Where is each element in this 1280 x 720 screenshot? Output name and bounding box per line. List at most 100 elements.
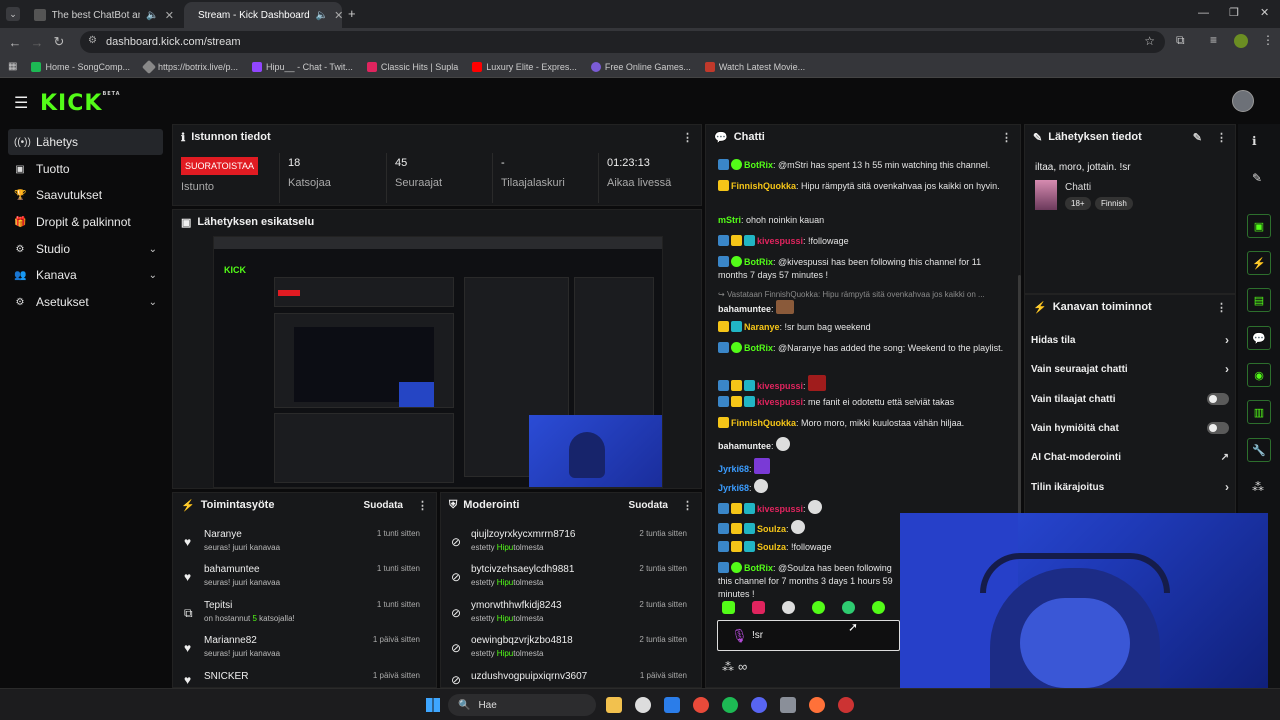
panel-title: Lähetyksen esikatselu	[197, 216, 315, 228]
panel-title: Lähetyksen tiedot	[1048, 131, 1142, 143]
bookmark-item[interactable]: Classic Hits | Supla	[366, 61, 458, 72]
bookmark-item[interactable]: Home - SongComp...	[31, 61, 130, 72]
edge-icon[interactable]	[664, 697, 680, 713]
sidebar-item-saavutukset[interactable]: 🏆 Saavutukset	[8, 182, 163, 208]
profile-avatar[interactable]	[1234, 34, 1248, 48]
info-icon[interactable]: ℹ	[1252, 134, 1257, 148]
gift-icon: 🎁	[14, 216, 27, 228]
more-options-icon[interactable]: ⋮	[1001, 131, 1012, 144]
sidebar-item-asetukset[interactable]: ⚙ Asetukset ⌄	[8, 289, 163, 315]
spotify-icon[interactable]	[722, 697, 738, 713]
back-icon[interactable]: ←	[4, 35, 26, 50]
site-info-icon[interactable]: ⚙	[88, 35, 97, 46]
bookmark-item[interactable]: Free Online Games...	[590, 61, 691, 72]
emote-button[interactable]	[842, 601, 855, 614]
infinity-icon[interactable]: ∞	[738, 659, 747, 674]
music-icon	[31, 61, 42, 72]
media-controls-icon[interactable]: ≡	[1210, 33, 1217, 47]
close-icon[interactable]: ✕	[334, 9, 343, 22]
rail-document-button[interactable]: ▤	[1247, 288, 1271, 312]
sidebar-item-dropit[interactable]: 🎁 Dropit & palkinnot	[8, 209, 163, 235]
chat-message: FinnishQuokka: Hipu rämpytä sitä ovenkah…	[718, 180, 1008, 193]
apps-grid-icon[interactable]: ▦	[8, 61, 17, 72]
sidebar-item-studio[interactable]: ⚙ Studio ⌄	[8, 236, 163, 262]
close-icon[interactable]: ✕	[165, 9, 174, 22]
app-icon[interactable]	[838, 697, 854, 713]
bookmark-item[interactable]: Watch Latest Movie...	[704, 61, 805, 72]
settings-icon[interactable]	[780, 697, 796, 713]
close-window-button[interactable]: ✕	[1260, 6, 1269, 19]
more-options-icon[interactable]: ⋮	[682, 499, 693, 512]
new-tab-button[interactable]: +	[348, 6, 356, 21]
edit-icon[interactable]: ✎	[1193, 131, 1202, 144]
kick-logo[interactable]: KICKBETA	[40, 91, 121, 116]
moderation-item: ⊘ bytcivzehsaeylcdh9881 estetty Hiputolmes…	[451, 564, 687, 587]
taskbar-search[interactable]: 🔍 Hae	[448, 694, 596, 716]
kick-top-nav	[0, 79, 1280, 123]
sidebar-item-tuotto[interactable]: ▣ Tuotto	[8, 156, 163, 182]
speaker-icon[interactable]: 🔈	[316, 10, 328, 21]
windows-start-icon[interactable]	[426, 698, 440, 712]
chrome-icon[interactable]	[693, 697, 709, 713]
action-slow-mode[interactable]: Hidas tila ›	[1031, 330, 1229, 350]
hamburger-menu-icon[interactable]: ☰	[14, 93, 28, 113]
tab-chatbot[interactable]: The best ChatBot and Widg 🔈 ✕	[26, 2, 182, 28]
filter-button[interactable]: Suodata	[629, 500, 668, 511]
emote-picker-icon[interactable]: ⁂	[722, 660, 734, 674]
edit-icon[interactable]: ✎	[1252, 171, 1262, 185]
rail-broadcast-button[interactable]: ◉	[1247, 363, 1271, 387]
obs-icon[interactable]	[635, 697, 651, 713]
sidebar-item-kanava[interactable]: 👥 Kanava ⌄	[8, 262, 163, 288]
rail-chat-button[interactable]: 💬	[1247, 326, 1271, 350]
bookmark-star-icon[interactable]: ☆	[1144, 34, 1155, 48]
chevron-right-icon: ›	[1225, 480, 1229, 494]
more-options-icon[interactable]: ⋮	[682, 131, 693, 144]
action-age-restriction[interactable]: Tilin ikärajoitus ›	[1031, 477, 1229, 497]
rail-layout-button[interactable]: ▥	[1247, 400, 1271, 424]
broadcast-icon: ((•))	[14, 136, 31, 148]
reload-icon[interactable]: ↻	[48, 34, 70, 50]
more-options-icon[interactable]: ⋮	[417, 499, 428, 512]
rail-lightning-button[interactable]: ⚡	[1247, 251, 1271, 275]
forward-icon[interactable]: →	[26, 35, 48, 50]
chat-input[interactable]: 🎙 !sr	[717, 620, 900, 651]
firefox-icon[interactable]	[809, 697, 825, 713]
tab-kick-dashboard[interactable]: Stream - Kick Dashboard 🔈 ✕	[184, 2, 343, 28]
maximize-button[interactable]: ❐	[1229, 6, 1239, 19]
sidebar-item-lahetys[interactable]: ((•)) Lähetys	[8, 129, 163, 155]
discord-icon[interactable]	[751, 697, 767, 713]
speaker-icon[interactable]: 🔈	[146, 10, 158, 21]
user-avatar[interactable]	[1232, 90, 1254, 112]
rail-preview-button[interactable]: ▣	[1247, 214, 1271, 238]
crown-badge-icon	[731, 523, 742, 534]
tab-search-button[interactable]: ⌄	[6, 7, 20, 21]
emotes-only-toggle[interactable]	[1207, 422, 1229, 434]
bookmark-item[interactable]: Hipu__ - Chat - Twit...	[252, 61, 353, 72]
chevron-down-icon: ⌄	[148, 269, 157, 281]
extensions-icon[interactable]: ⧉	[1176, 33, 1185, 48]
action-ai-moderation[interactable]: AI Chat-moderointi ↗	[1031, 447, 1229, 467]
crown-badge-icon	[718, 417, 729, 428]
more-options-icon[interactable]: ⋮	[1216, 131, 1227, 144]
action-followers-only[interactable]: Vain seuraajat chatti ›	[1031, 359, 1229, 379]
file-explorer-icon[interactable]	[606, 697, 622, 713]
emote-button[interactable]	[782, 601, 795, 614]
connections-icon[interactable]: ⁂	[1252, 480, 1264, 494]
filter-button[interactable]: Suodata	[364, 500, 403, 511]
emote-button[interactable]	[722, 601, 735, 614]
emote-button[interactable]	[752, 601, 765, 614]
url-field[interactable]: ⚙ dashboard.kick.com/stream ☆	[80, 31, 1165, 53]
chat-message: bahamuntee:	[718, 300, 1008, 316]
subscribers-only-toggle[interactable]	[1207, 393, 1229, 405]
stream-preview-video[interactable]: KICK	[213, 236, 663, 488]
minimize-button[interactable]: —	[1198, 7, 1209, 19]
panel-title: Moderointi	[463, 499, 520, 511]
microphone-icon[interactable]: 🎙	[731, 628, 748, 644]
bookmark-item[interactable]: Luxury Elite - Expres...	[472, 61, 577, 72]
emote-button[interactable]	[812, 601, 825, 614]
rail-tools-button[interactable]: 🔧	[1247, 438, 1271, 462]
browser-menu-icon[interactable]: ⋮	[1262, 33, 1274, 47]
more-options-icon[interactable]: ⋮	[1216, 301, 1227, 314]
bookmark-item[interactable]: https://botrix.live/p...	[141, 59, 238, 74]
emote-button[interactable]	[872, 601, 885, 614]
